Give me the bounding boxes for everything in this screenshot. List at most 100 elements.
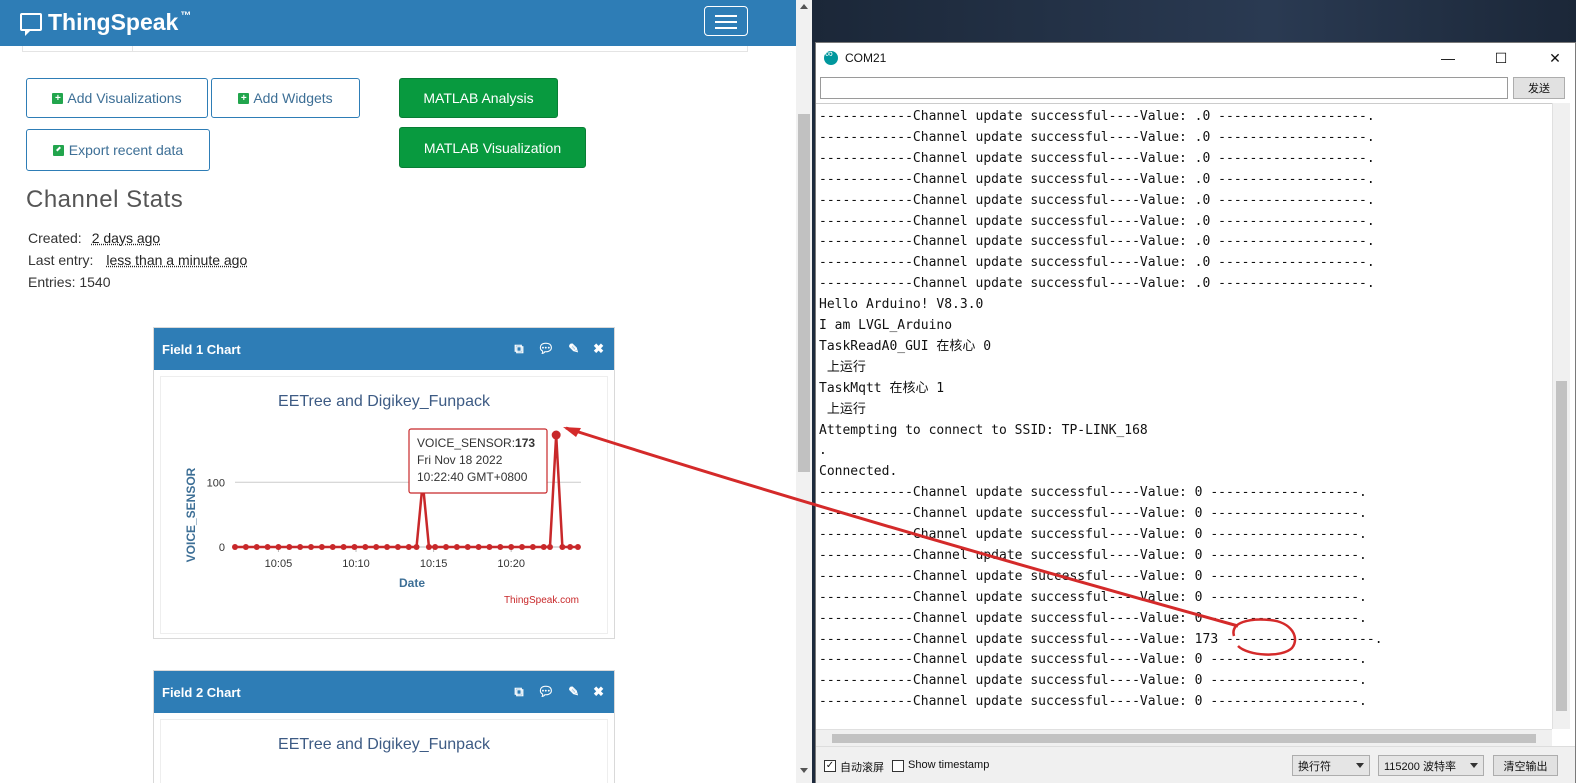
output-vertical-scrollbar[interactable] <box>1552 103 1570 729</box>
brand-trademark: ™ <box>180 10 192 22</box>
page-scrollbar[interactable] <box>796 0 812 783</box>
data-point <box>574 544 581 550</box>
output-horizontal-scrollbar[interactable] <box>816 729 1552 747</box>
export-recent-data-label: Export recent data <box>68 142 184 158</box>
serial-line: ------------Channel update successful---… <box>819 109 1375 124</box>
last-entry-label: Last entry: <box>28 252 94 268</box>
close-icon[interactable]: ✖ <box>593 341 604 357</box>
chat-bubble-icon <box>20 13 42 36</box>
data-point <box>275 544 282 550</box>
serial-line: ------------Channel update successful---… <box>819 192 1375 208</box>
panel-title: Field 1 Chart <box>162 341 241 357</box>
show-timestamp-checkbox[interactable] <box>892 760 904 772</box>
serial-line: ------------Channel update successful---… <box>819 568 1367 584</box>
chevron-down-icon <box>1470 763 1478 768</box>
data-point <box>425 544 432 550</box>
serial-line: Hello Arduino! V8.3.0 <box>819 297 984 313</box>
stat-last-entry: Last entry: less than a minute ago <box>28 252 247 268</box>
send-input[interactable] <box>820 77 1508 99</box>
export-icon <box>52 144 64 156</box>
arduino-icon <box>824 48 838 65</box>
scrollbar-thumb[interactable] <box>832 734 1536 743</box>
menu-bar-icon <box>715 27 737 29</box>
serial-line: ------------Channel update successful---… <box>819 129 1375 145</box>
clear-output-button[interactable]: 清空输出 <box>1493 755 1558 776</box>
chart-title: EETree and Digikey_Funpack <box>278 736 490 753</box>
data-point <box>432 544 439 550</box>
stat-created: Created: 2 days ago <box>28 230 160 246</box>
line-ending-select[interactable]: 换行符 <box>1292 755 1370 776</box>
add-widgets-button[interactable]: + Add Widgets <box>211 78 360 118</box>
scrollbar-thumb[interactable] <box>1556 381 1567 711</box>
scroll-down-arrow-icon[interactable] <box>800 768 808 773</box>
tab-strip <box>22 46 748 52</box>
data-point <box>497 544 504 550</box>
created-value: 2 days ago <box>91 230 161 246</box>
data-point <box>551 430 561 440</box>
serial-line: I am LVGL_Arduino <box>819 318 953 333</box>
comment-icon[interactable]: 💬︎ <box>538 341 555 357</box>
thingspeak-header: ThingSpeak ™ <box>0 0 796 46</box>
autoscroll-checkbox[interactable]: ✓ <box>824 760 836 772</box>
y-tick-label: 100 <box>207 477 225 489</box>
add-widgets-label: Add Widgets <box>253 90 333 106</box>
matlab-visualization-button[interactable]: MATLAB Visualization <box>399 127 586 168</box>
maximize-icon[interactable]: ☐ <box>1484 43 1518 73</box>
panel-actions: ⧉ 💬︎ ✎ ✖ <box>514 328 604 370</box>
data-point <box>559 544 566 550</box>
close-icon[interactable]: ✕ <box>1538 43 1572 73</box>
field-2-chart-panel: Field 2 Chart ⧉ 💬︎ ✎ ✖ EETree and Digike… <box>153 670 615 783</box>
menu-bar-icon <box>715 21 737 23</box>
voice-sensor-chart[interactable]: 0 100 10:05 10:10 10:15 10:20 Date VOICE_SENSOR… <box>161 377 609 633</box>
matlab-visualization-label: MATLAB Visualization <box>423 139 562 156</box>
chevron-down-icon <box>1356 763 1364 768</box>
data-point <box>453 544 460 550</box>
close-icon[interactable]: ✖ <box>593 684 604 700</box>
matlab-analysis-button[interactable]: MATLAB Analysis <box>399 78 558 118</box>
add-visualizations-label: Add Visualizations <box>67 90 182 106</box>
external-link-icon[interactable]: ⧉ <box>514 684 523 700</box>
pencil-icon[interactable]: ✎ <box>568 341 579 357</box>
created-label: Created: <box>28 230 82 246</box>
serial-line: ------------Channel update successful---… <box>819 589 1367 605</box>
show-timestamp-label: Show timestamp <box>908 759 990 771</box>
external-link-icon[interactable]: ⧉ <box>514 341 523 357</box>
serial-output[interactable]: ------------Channel update successful---… <box>816 103 1557 730</box>
menu-bar-icon <box>715 15 737 17</box>
baud-rate-select[interactable]: 115200 波特率 <box>1378 755 1484 776</box>
matlab-analysis-label: MATLAB Analysis <box>423 90 534 106</box>
data-point <box>286 544 293 550</box>
data-point <box>329 544 336 550</box>
serial-line: Connected. <box>819 464 898 480</box>
browser-window: ThingSpeak ™ + Add Visualizations + Add W… <box>0 0 812 783</box>
autoscroll-label: 自动滚屏 <box>840 762 884 774</box>
x-tick-label: 10:20 <box>497 558 525 570</box>
scroll-up-arrow-icon[interactable] <box>800 4 808 9</box>
serial-line: ------------Channel update successful---… <box>819 631 1383 647</box>
serial-line: ------------Channel update successful---… <box>819 694 1367 710</box>
panel-header: Field 1 Chart ⧉ 💬︎ ✎ ✖ <box>154 328 614 370</box>
scrollbar-thumb[interactable] <box>798 114 810 472</box>
serial-line: TaskReadA0_GUI 在核心 0 <box>819 338 992 354</box>
channel-stats-title: Channel Stats <box>26 186 184 213</box>
serial-controls: ✓ 自动滚屏 Show timestamp 换行符 115200 波特率 清空输… <box>816 746 1575 783</box>
pencil-icon[interactable]: ✎ <box>568 684 579 700</box>
serial-line: ------------Channel update successful---… <box>819 150 1375 166</box>
minimize-icon[interactable]: — <box>1431 43 1465 73</box>
comment-icon[interactable]: 💬︎ <box>538 684 555 700</box>
data-point <box>318 544 325 550</box>
tooltip-value: 173 <box>515 436 535 450</box>
thingspeak-logo[interactable]: ThingSpeak ™ <box>20 6 191 38</box>
x-tick-label: 10:10 <box>342 558 370 570</box>
x-axis-label: Date <box>399 576 425 590</box>
serial-line: ------------Channel update successful---… <box>819 234 1375 250</box>
data-point <box>405 544 412 550</box>
serial-line: ------------Channel update successful---… <box>819 485 1367 501</box>
tooltip-time: 10:22:40 GMT+0800 <box>417 470 528 484</box>
add-visualizations-button[interactable]: + Add Visualizations <box>26 78 208 118</box>
hamburger-menu-button[interactable] <box>704 6 748 36</box>
export-recent-data-button[interactable]: Export recent data <box>26 129 210 171</box>
serial-line: ------------Channel update successful---… <box>819 213 1375 229</box>
send-button[interactable]: 发送 <box>1513 77 1565 99</box>
serial-line: ------------Channel update successful---… <box>819 610 1367 626</box>
